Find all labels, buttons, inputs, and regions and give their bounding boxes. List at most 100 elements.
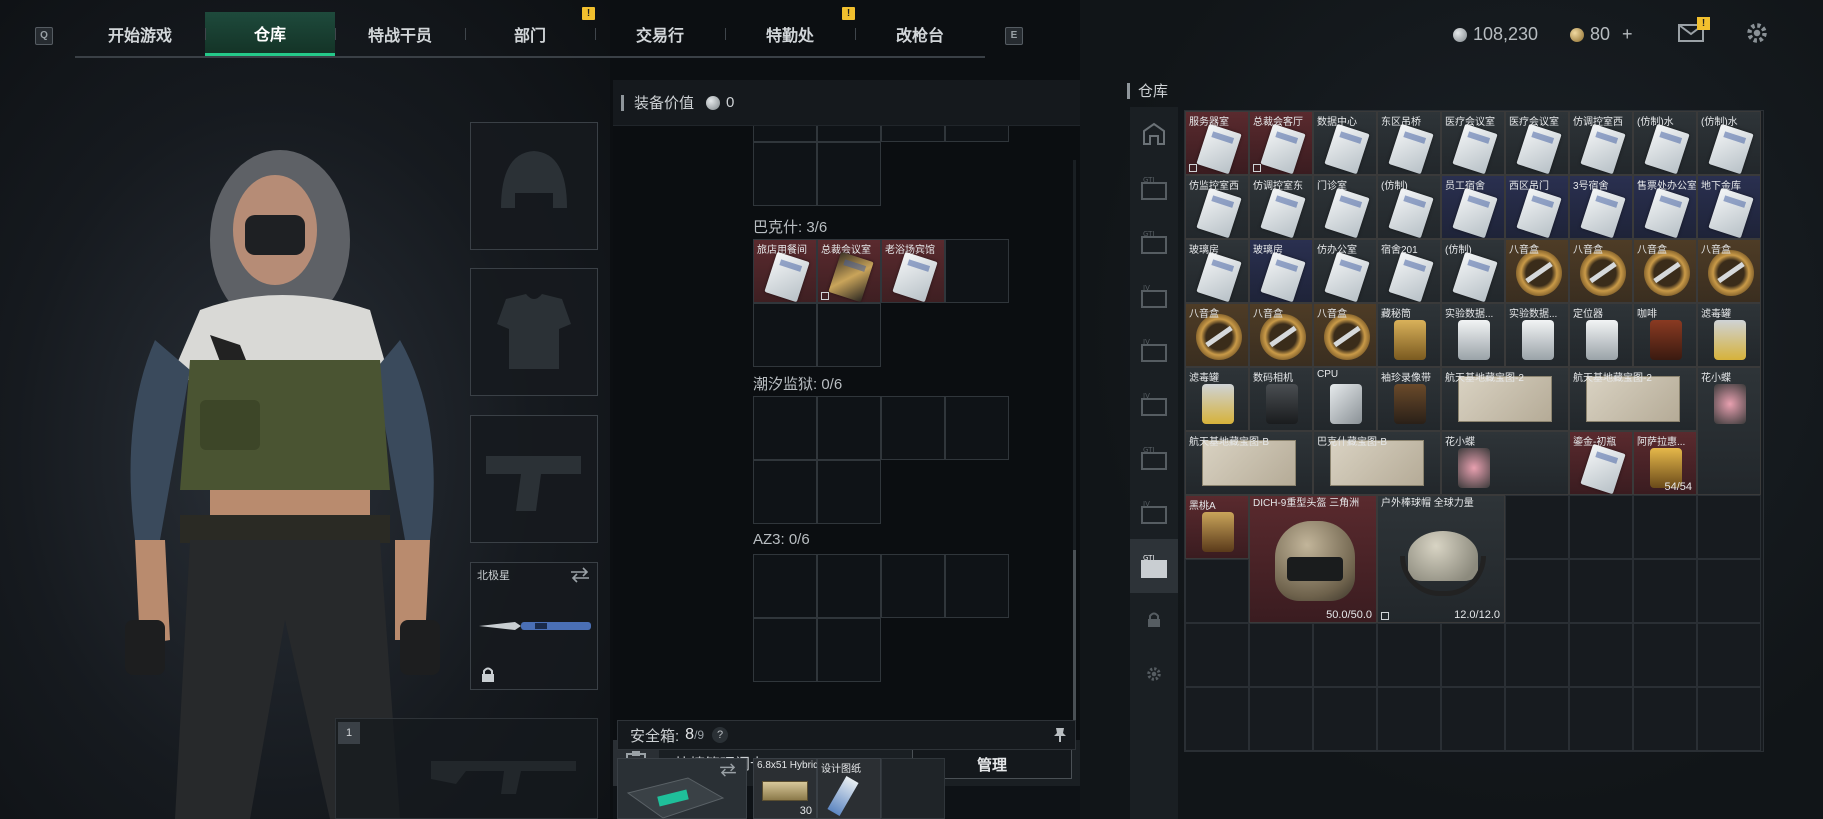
- warehouse-item[interactable]: (仿制)水: [1633, 111, 1697, 175]
- tab-start-game[interactable]: 开始游戏: [75, 12, 205, 56]
- warehouse-cell[interactable]: [1185, 687, 1249, 751]
- warehouse-item[interactable]: (仿制)水: [1697, 111, 1761, 175]
- warehouse-item[interactable]: 藏秘筒: [1377, 303, 1441, 367]
- warehouse-item[interactable]: 滤毒罐: [1697, 303, 1761, 367]
- safe-slot-empty[interactable]: [881, 758, 945, 819]
- melee-slot[interactable]: 北极星: [470, 562, 598, 690]
- key-card-slot-empty[interactable]: [753, 303, 817, 367]
- sidebar-gti-expansion-active[interactable]: GTI: [1130, 539, 1178, 593]
- warehouse-item[interactable]: 八音盒: [1569, 239, 1633, 303]
- key-card-slot-empty[interactable]: [817, 303, 881, 367]
- warehouse-item[interactable]: 航天基地藏宝图-B: [1185, 431, 1313, 495]
- sidebar-locked[interactable]: [1130, 593, 1178, 647]
- key-card-slot-empty[interactable]: [753, 460, 817, 524]
- warehouse-cell[interactable]: [1249, 687, 1313, 751]
- key-card-slot-empty[interactable]: [817, 460, 881, 524]
- pistol-slot[interactable]: [470, 415, 598, 543]
- warehouse-item[interactable]: 宿舍201: [1377, 239, 1441, 303]
- warehouse-item[interactable]: 航天基地藏宝图-2: [1441, 367, 1569, 431]
- warehouse-item[interactable]: 咖啡: [1633, 303, 1697, 367]
- warehouse-item[interactable]: DICH-9重型头盔 三角洲 50.0/50.0: [1249, 495, 1377, 623]
- warehouse-item[interactable]: 八音盒: [1505, 239, 1569, 303]
- key-card-slot-empty[interactable]: [881, 396, 945, 460]
- key-card-slot-empty[interactable]: [753, 396, 817, 460]
- helmet-slot[interactable]: [470, 122, 598, 250]
- warehouse-item[interactable]: (仿制): [1441, 239, 1505, 303]
- key-card-scroll-area[interactable]: 巴克什: 3/6 旅店用餐间 总裁会议室 老浴场宾馆 潮汐监狱: 0/6 AZ3…: [613, 126, 1080, 740]
- warehouse-item[interactable]: 鎏金-初瓶: [1569, 431, 1633, 495]
- key-card-slot-empty[interactable]: [881, 554, 945, 618]
- tab-special-ops[interactable]: 特勤处!: [725, 7, 855, 56]
- warehouse-cell[interactable]: [1697, 623, 1761, 687]
- key-card-slot-empty[interactable]: [817, 554, 881, 618]
- warehouse-item[interactable]: 花小蝶: [1441, 431, 1569, 495]
- sidebar-all-items[interactable]: [1130, 107, 1178, 161]
- swap-icon[interactable]: [569, 567, 591, 583]
- key-card-slot-empty[interactable]: [753, 618, 817, 682]
- safe-item-blueprint[interactable]: 设计图纸: [817, 758, 881, 819]
- key-card-slot-empty[interactable]: [817, 618, 881, 682]
- key-card-slot-empty[interactable]: [753, 554, 817, 618]
- warehouse-cell[interactable]: [1569, 687, 1633, 751]
- warehouse-item[interactable]: 售票处办公室: [1633, 175, 1697, 239]
- warehouse-item[interactable]: 医疗会议室: [1441, 111, 1505, 175]
- sidebar-gti-expansion-2[interactable]: GTI: [1130, 215, 1178, 269]
- warehouse-item[interactable]: 八音盒: [1697, 239, 1761, 303]
- warehouse-item[interactable]: 数据中心: [1313, 111, 1377, 175]
- warehouse-cell[interactable]: [1505, 559, 1569, 623]
- warehouse-grid[interactable]: 服务器室 总裁会客厅 数据中心 东区吊桥 医疗会议室 医疗会议室 仿调控室西 (仿制)水 (仿制…: [1184, 110, 1764, 752]
- tab-warehouse[interactable]: 仓库: [205, 12, 335, 56]
- warehouse-item[interactable]: 西区吊门: [1505, 175, 1569, 239]
- warehouse-cell[interactable]: [1569, 623, 1633, 687]
- warehouse-item[interactable]: 服务器室: [1185, 111, 1249, 175]
- warehouse-item[interactable]: 仿办公室: [1313, 239, 1377, 303]
- warehouse-cell[interactable]: [1569, 495, 1633, 559]
- add-currency-button[interactable]: +: [1622, 24, 1633, 45]
- armor-slot[interactable]: [470, 268, 598, 396]
- warehouse-item[interactable]: 定位器: [1569, 303, 1633, 367]
- warehouse-item[interactable]: 巴克什藏宝图-B: [1313, 431, 1441, 495]
- sidebar-iv-expansion-1[interactable]: IV: [1130, 269, 1178, 323]
- sidebar-gti-expansion-1[interactable]: GTI: [1130, 161, 1178, 215]
- tab-operators[interactable]: 特战干员: [335, 12, 465, 56]
- help-icon[interactable]: ?: [712, 727, 729, 743]
- warehouse-item[interactable]: 八音盒: [1249, 303, 1313, 367]
- warehouse-cell[interactable]: [1633, 687, 1697, 751]
- warehouse-item[interactable]: 实验数据...: [1505, 303, 1569, 367]
- warehouse-cell[interactable]: [1697, 495, 1761, 559]
- tab-gunsmith[interactable]: 改枪台: [855, 12, 985, 56]
- tab-department[interactable]: 部门!: [465, 7, 595, 56]
- warehouse-item[interactable]: 实验数据...: [1441, 303, 1505, 367]
- warehouse-item[interactable]: 仿调控室西: [1569, 111, 1633, 175]
- warehouse-cell[interactable]: [1377, 687, 1441, 751]
- warehouse-item[interactable]: 滤毒罐: [1185, 367, 1249, 431]
- warehouse-cell[interactable]: [1505, 495, 1569, 559]
- warehouse-cell[interactable]: [1313, 687, 1377, 751]
- warehouse-item[interactable]: 门诊室: [1313, 175, 1377, 239]
- warehouse-item[interactable]: 仿监控室西: [1185, 175, 1249, 239]
- pin-icon[interactable]: [1053, 727, 1067, 743]
- warehouse-cell[interactable]: [1505, 687, 1569, 751]
- warehouse-cell[interactable]: [1697, 687, 1761, 751]
- warehouse-item[interactable]: 户外棒球帽 全球力量 12.0/12.0: [1377, 495, 1505, 623]
- warehouse-item[interactable]: 八音盒: [1633, 239, 1697, 303]
- warehouse-item[interactable]: 总裁会客厅: [1249, 111, 1313, 175]
- key-card-slot[interactable]: 老浴场宾馆: [881, 239, 945, 303]
- warehouse-item[interactable]: 数码相机: [1249, 367, 1313, 431]
- warehouse-item[interactable]: 黑桃A: [1185, 495, 1249, 559]
- swap-icon[interactable]: [718, 763, 738, 777]
- warehouse-cell[interactable]: [1185, 559, 1249, 623]
- warehouse-item[interactable]: 仿调控室东: [1249, 175, 1313, 239]
- warehouse-item[interactable]: 员工宿舍: [1441, 175, 1505, 239]
- key-card-slot-empty[interactable]: [945, 239, 1009, 303]
- warehouse-item[interactable]: 玻璃房: [1249, 239, 1313, 303]
- warehouse-item[interactable]: 东区吊桥: [1377, 111, 1441, 175]
- warehouse-cell[interactable]: [1441, 623, 1505, 687]
- warehouse-cell[interactable]: [1633, 623, 1697, 687]
- warehouse-item[interactable]: CPU: [1313, 367, 1377, 431]
- primary-weapon-slot[interactable]: 1: [335, 718, 598, 819]
- settings-gear-icon[interactable]: [1744, 20, 1770, 46]
- warehouse-item[interactable]: 航天基地藏宝图-2: [1569, 367, 1697, 431]
- warehouse-item[interactable]: 3号宿舍: [1569, 175, 1633, 239]
- warehouse-cell[interactable]: [1697, 559, 1761, 623]
